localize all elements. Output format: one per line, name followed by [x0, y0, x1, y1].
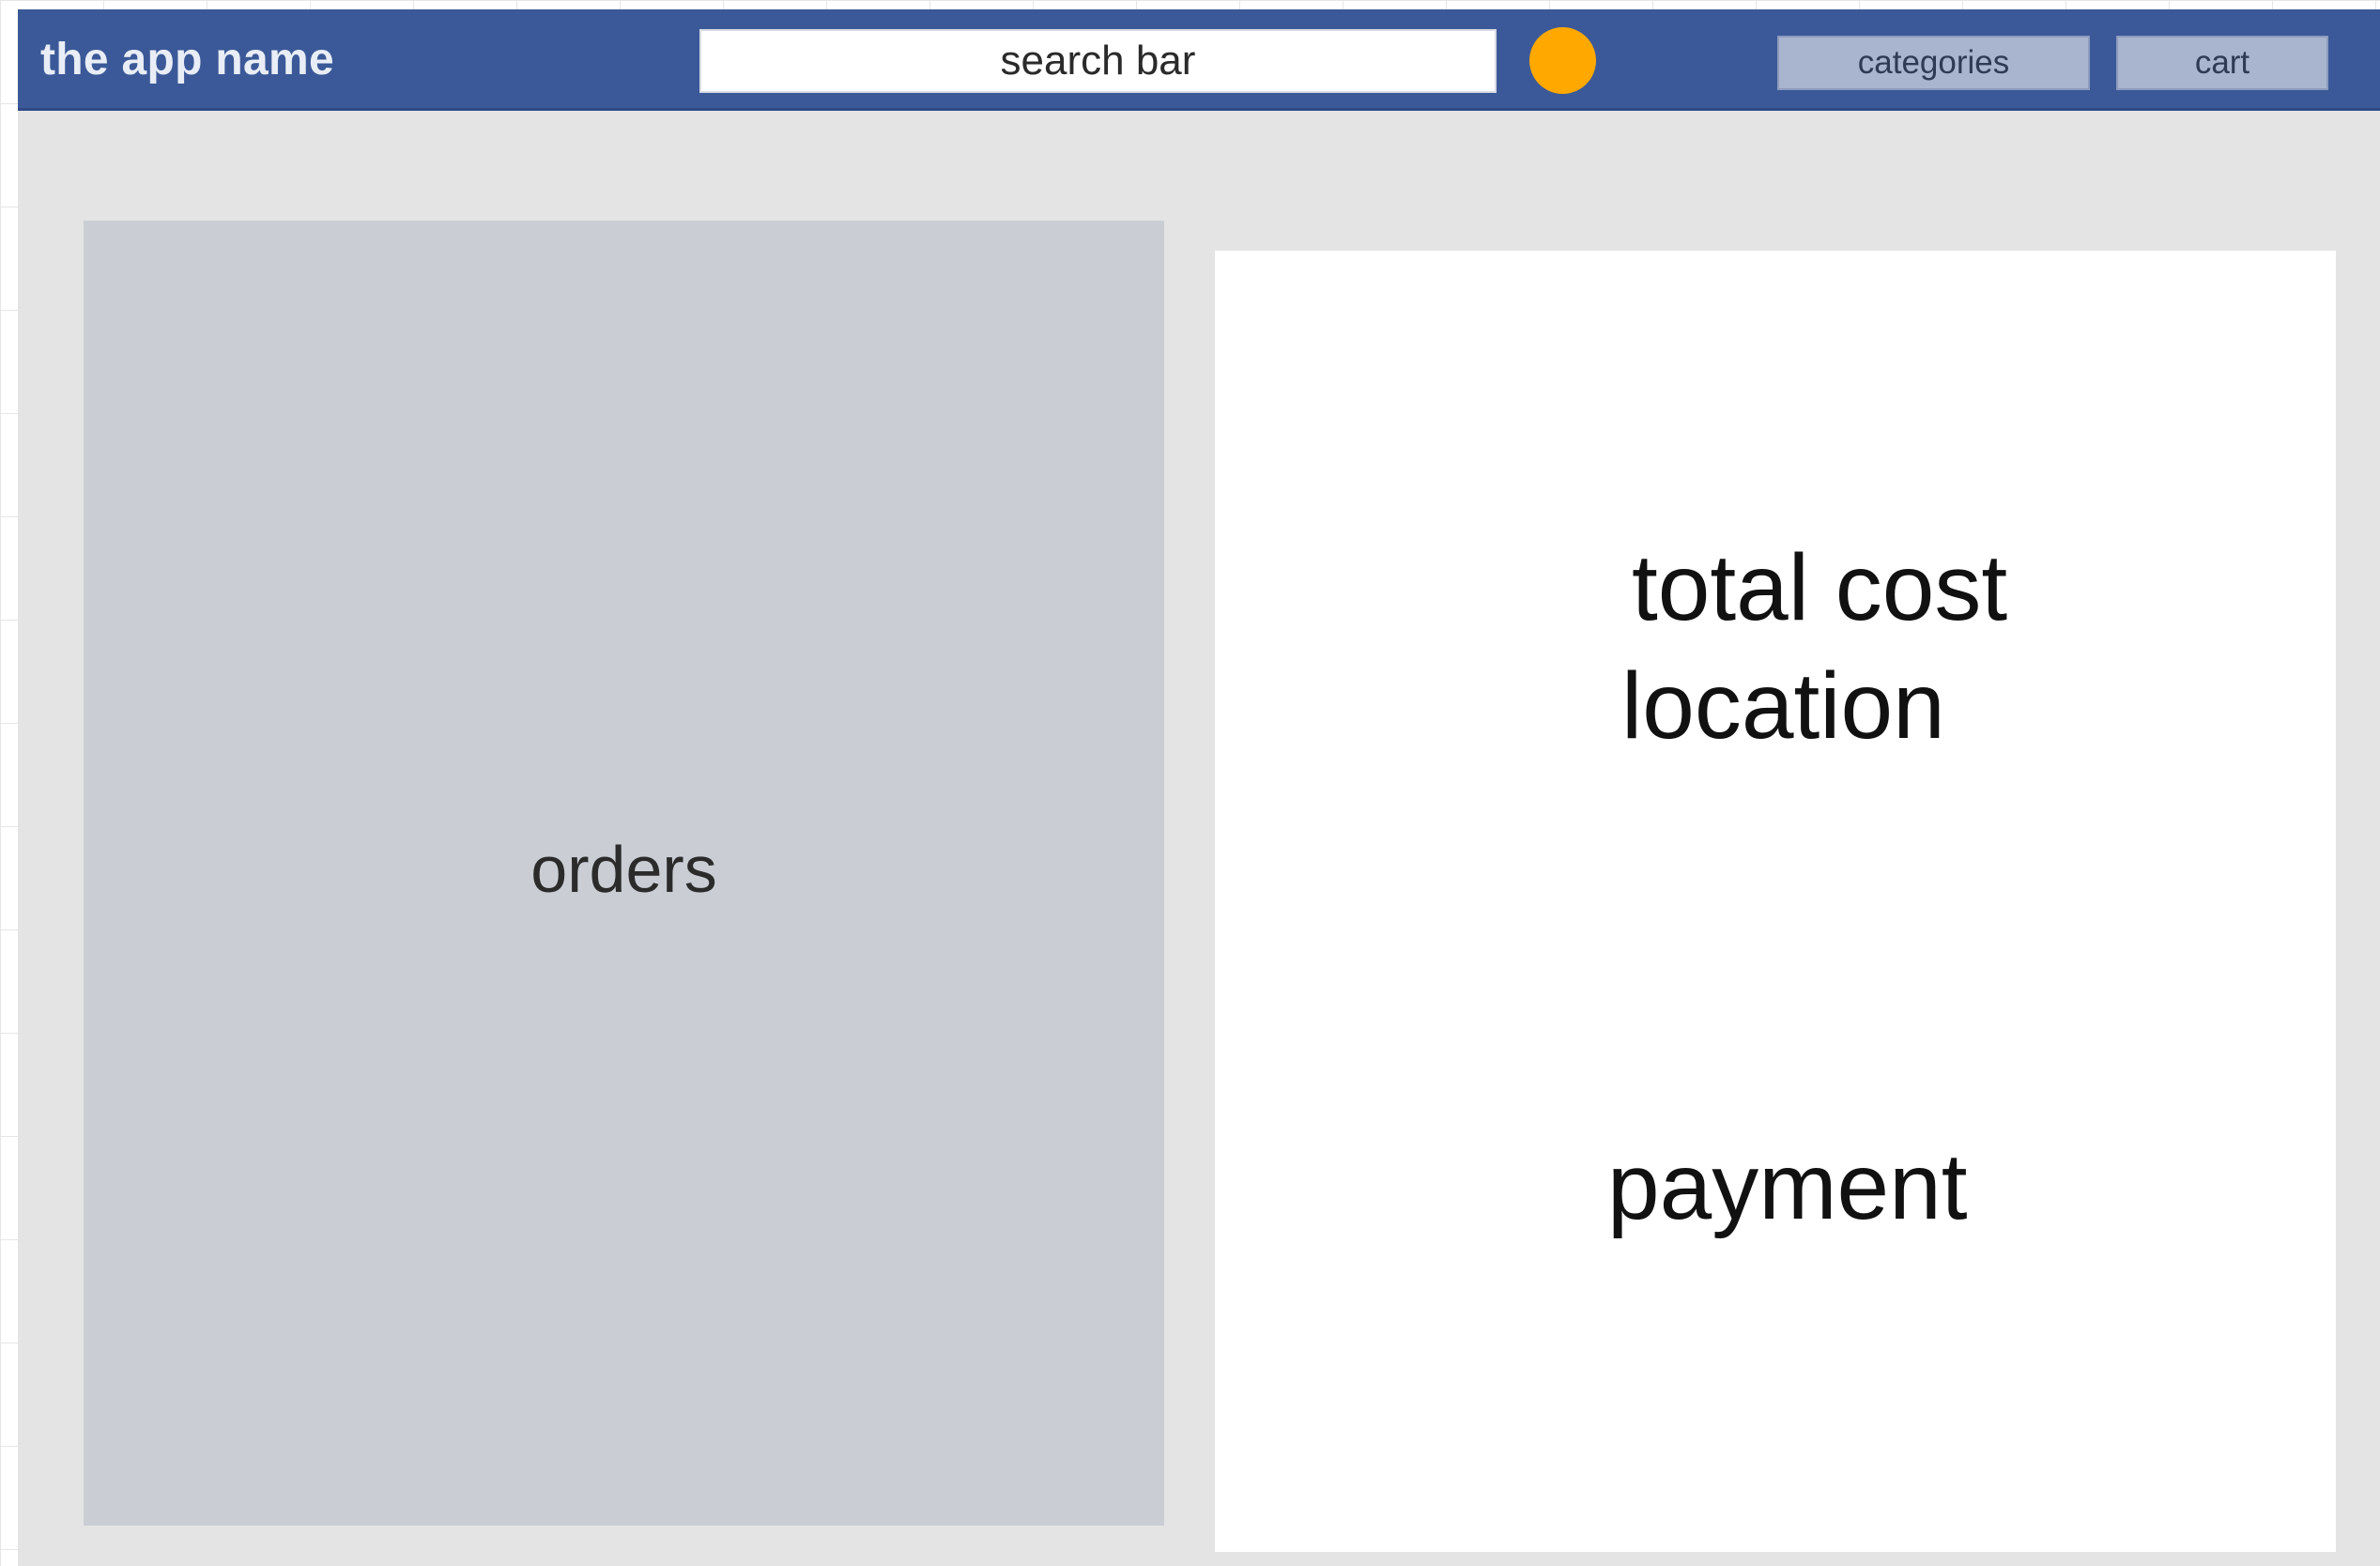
orders-label: orders: [530, 833, 717, 906]
payment-label: payment: [1607, 1134, 1968, 1239]
total-cost-label: total cost: [1632, 535, 2008, 640]
cart-button[interactable]: cart: [2116, 36, 2328, 90]
top-navigation-bar: the app name search bar categories cart: [18, 9, 2380, 111]
categories-button[interactable]: categories: [1777, 36, 2090, 90]
order-summary-panel: total cost location payment: [1215, 251, 2336, 1552]
search-input[interactable]: search bar: [699, 29, 1497, 93]
orders-panel: orders: [84, 221, 1164, 1526]
app-name: the app name: [40, 35, 334, 84]
location-label: location: [1621, 653, 1945, 759]
orange-circle-icon[interactable]: [1529, 27, 1596, 94]
app-mockup: the app name search bar categories cart …: [18, 9, 2380, 1566]
